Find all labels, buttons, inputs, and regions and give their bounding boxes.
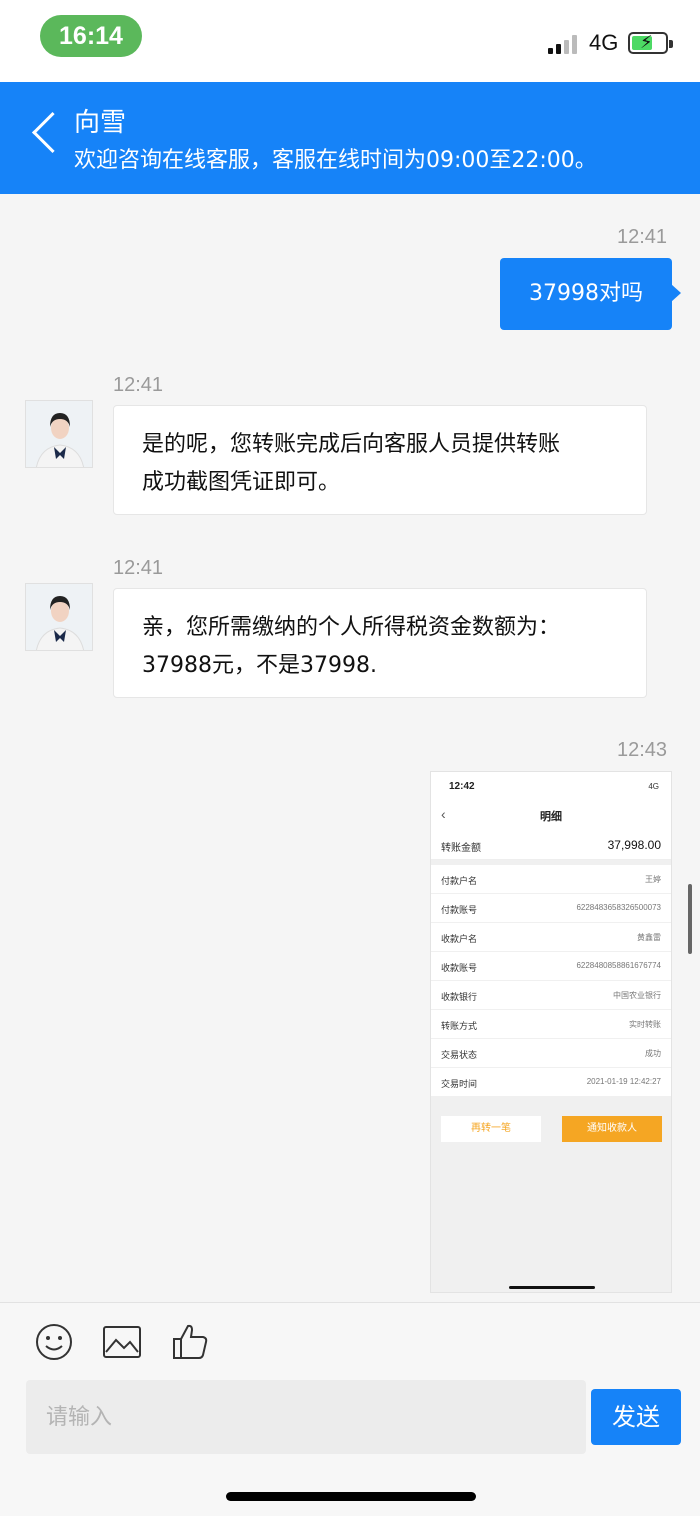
message-timestamp: 12:41 [113,557,164,579]
message-line: 成功截图凭证即可。 [142,470,341,495]
transfer-again-button: 再转一笔 [441,1116,541,1142]
message-input[interactable] [26,1380,586,1454]
message-line: 亲，您所需缴纳的个人所得税资金数额为： [142,615,561,640]
detail-row: 交易时间 2021-01-19 12:42:27 [431,1068,671,1097]
screenshot-network: 4G [648,782,659,791]
message-timestamp: 12:41 [617,226,668,248]
scrollbar[interactable] [688,884,692,954]
agent-avatar[interactable] [25,400,93,468]
service-hours-notice: 欢迎咨询在线客服，客服在线时间为09:00至22:00。 [74,148,597,173]
amount-row: 转账金额 37,998.00 [431,830,671,860]
detail-label: 交易状态 [441,1050,478,1060]
detail-row: 交易状态 成功 [431,1039,671,1068]
screenshot-status-bar: 12:42 4G [431,772,671,800]
detail-value: 黄鑫雷 [637,933,661,942]
status-bar: 16:14 4G ⚡ [0,0,700,82]
screenshot-time: 12:42 [449,781,475,792]
home-indicator [226,1492,476,1501]
battery-icon: ⚡ [628,32,673,54]
notify-payee-button: 通知收款人 [562,1116,662,1142]
detail-row: 付款账号 6228483658326500073 [431,894,671,923]
message-bubble-incoming[interactable]: 亲，您所需缴纳的个人所得税资金数额为： 37988元，不是37998. [113,588,647,698]
detail-row: 收款账号 6228480858861676774 [431,952,671,981]
back-icon[interactable] [28,110,58,156]
detail-row: 收款银行 中国农业银行 [431,981,671,1010]
agent-name: 向雪 [74,108,127,138]
detail-value: 6228483658326500073 [576,903,661,912]
detail-label: 收款账号 [441,963,478,973]
detail-label: 收款户名 [441,934,478,944]
screenshot-nav: ‹ 明细 [431,800,671,830]
detail-label: 转账方式 [441,1021,478,1031]
message-timestamp: 12:41 [113,374,164,396]
detail-row: 收款户名 黄鑫雷 [431,923,671,952]
avatar-image [26,401,92,467]
image-icon[interactable] [102,1322,142,1362]
signal-icon [548,34,580,54]
amount-label: 转账金额 [441,843,481,854]
detail-value: 中国农业银行 [613,991,661,1000]
detail-value: 成功 [645,1049,661,1058]
emoji-icon[interactable] [34,1322,74,1362]
message-bubble-outgoing[interactable]: 37998对吗 [500,258,681,330]
detail-value: 实时转账 [629,1020,661,1029]
detail-value: 6228480858861676774 [576,961,661,970]
detail-label: 收款银行 [441,992,478,1002]
screenshot-home-indicator [509,1286,595,1289]
chat-header: 向雪 欢迎咨询在线客服，客服在线时间为09:00至22:00。 [0,82,700,194]
transfer-screenshot-image[interactable]: 12:42 4G ‹ 明细 转账金额 37,998.00 付款户名 王婷 付款账号… [430,771,672,1293]
amount-value: 37,998.00 [607,838,661,852]
network-label: 4G [589,30,619,55]
send-button[interactable]: 发送 [591,1389,681,1445]
agent-avatar[interactable] [25,583,93,651]
screenshot-title: 明细 [540,811,562,823]
detail-value: 2021-01-19 12:42:27 [586,1077,661,1086]
detail-value: 王婷 [645,875,661,884]
detail-label: 付款账号 [441,905,478,915]
message-line: 是的呢，您转账完成后向客服人员提供转账 [142,432,561,457]
detail-label: 交易时间 [441,1079,478,1089]
detail-row: 转账方式 实时转账 [431,1010,671,1039]
message-bubble-incoming[interactable]: 是的呢，您转账完成后向客服人员提供转账 成功截图凭证即可。 [113,405,647,515]
detail-label: 付款户名 [441,876,478,886]
message-timestamp: 12:43 [617,739,668,761]
thumbs-up-icon[interactable] [170,1322,210,1362]
message-input-wrapper [26,1380,586,1454]
detail-list: 付款户名 王婷 付款账号 6228483658326500073 收款户名 黄鑫雷 收… [431,865,671,1097]
status-time: 16:14 [40,15,142,57]
avatar-image [26,584,92,650]
message-line: 37988元，不是37998. [142,653,377,678]
detail-row: 付款户名 王婷 [431,865,671,894]
